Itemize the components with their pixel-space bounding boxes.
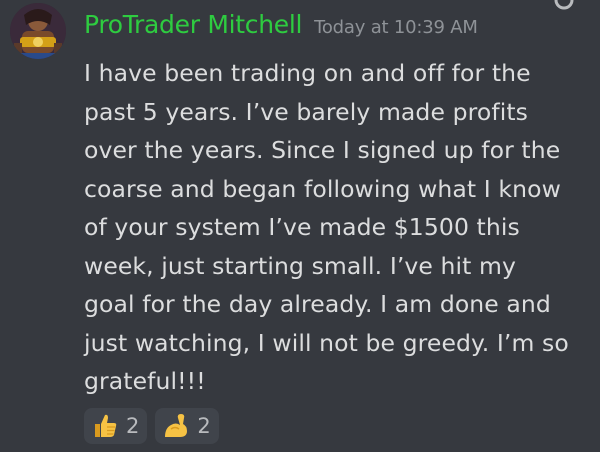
reaction-count: 2 (126, 414, 140, 438)
more-options-icon[interactable] (552, 0, 576, 12)
reaction-flexed-biceps[interactable]: 2 (155, 408, 219, 444)
message-line: over the years. Since I signed up for th… (84, 136, 561, 164)
reaction-count: 2 (197, 414, 211, 438)
message-content: I have been trading on and off for the p… (84, 54, 584, 401)
avatar[interactable] (10, 3, 66, 59)
timestamp: Today at 10:39 AM (314, 17, 478, 38)
message-line: of your system I’ve made $1500 this (84, 213, 520, 241)
message-line: just watching, I will not be greedy. I’m… (84, 328, 569, 357)
reactions-bar: 2 2 (84, 408, 219, 444)
chat-message: ProTrader Mitchell Today at 10:39 AM I ha… (0, 0, 600, 452)
message-line: goal for the day already. I am done and (84, 290, 551, 318)
message-header: ProTrader Mitchell Today at 10:39 AM (84, 10, 478, 39)
message-line: grateful!!! (84, 367, 206, 395)
message-line: coarse and began following what I know (84, 174, 561, 203)
reaction-thumbs-up[interactable]: 2 (84, 408, 148, 444)
flexed-biceps-icon (161, 411, 191, 441)
message-line: I have been trading on and off for the (84, 59, 531, 87)
thumbs-up-icon (90, 411, 120, 441)
message-line: past 5 years. I’ve barely made profits (84, 97, 528, 126)
username[interactable]: ProTrader Mitchell (84, 10, 302, 39)
message-line: week, just starting small. I’ve hit my (84, 251, 517, 280)
